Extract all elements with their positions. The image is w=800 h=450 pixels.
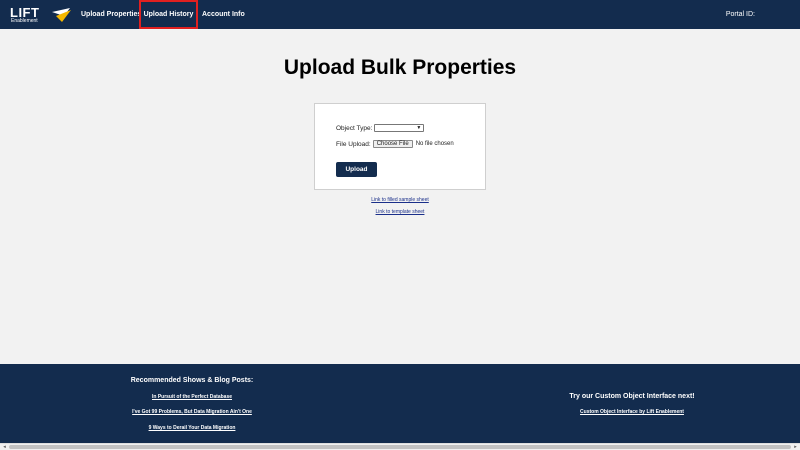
footer-link-perfect-database[interactable]: In Pursuit of the Perfect Database [92,394,292,400]
scroll-left-arrow-icon[interactable]: ◂ [1,444,8,450]
scrollbar-thumb[interactable] [9,445,791,449]
page-title: Upload Bulk Properties [283,56,517,79]
object-type-select[interactable]: ▼ [374,124,425,132]
footer: Recommended Shows & Blog Posts: In Pursu… [0,364,800,443]
footer-custom-object-heading: Try our Custom Object Interface next! [569,393,695,400]
footer-link-derail-migration[interactable]: 9 Ways to Derail Your Data Migration [92,425,292,431]
footer-link-99-problems[interactable]: I've Got 99 Problems, But Data Migration… [92,409,292,415]
nav-account-info[interactable]: Account Info [202,0,245,29]
nav-upload-history[interactable]: Upload History [139,0,198,29]
nav-upload-properties[interactable]: Upload Properties [81,0,141,29]
file-upload-label: File Upload: [336,140,371,148]
footer-link-custom-object-interface[interactable]: Custom Object Interface by Lift Enableme… [532,409,732,415]
no-file-text: No file chosen [415,141,454,147]
scroll-right-arrow-icon[interactable]: ▸ [792,444,799,450]
sample-sheet-link[interactable]: Link to filled sample sheet [0,197,800,203]
horizontal-scrollbar[interactable]: ◂ ▸ [0,443,800,450]
file-upload-row: File Upload: Choose File No file chosen [336,140,454,148]
upload-button[interactable]: Upload [336,162,377,177]
object-type-row: Object Type: ▼ [336,124,425,132]
object-type-label: Object Type: [336,124,373,132]
choose-file-button[interactable]: Choose File [372,140,413,148]
upload-form-card: Object Type: ▼ File Upload: Choose File … [314,103,486,190]
chevron-down-icon: ▼ [416,125,422,131]
logo-subtext: Enablement [11,18,38,24]
top-navbar: LIFT Enablement Upload Properties Upload… [0,0,800,29]
footer-recommended-heading: Recommended Shows & Blog Posts: [130,377,254,384]
lift-enablement-logo[interactable]: LIFT Enablement [10,6,71,26]
portal-id-label: Portal ID: [725,11,755,18]
logo-mark-icon [52,8,71,22]
template-sheet-link[interactable]: Link to template sheet [0,209,800,215]
